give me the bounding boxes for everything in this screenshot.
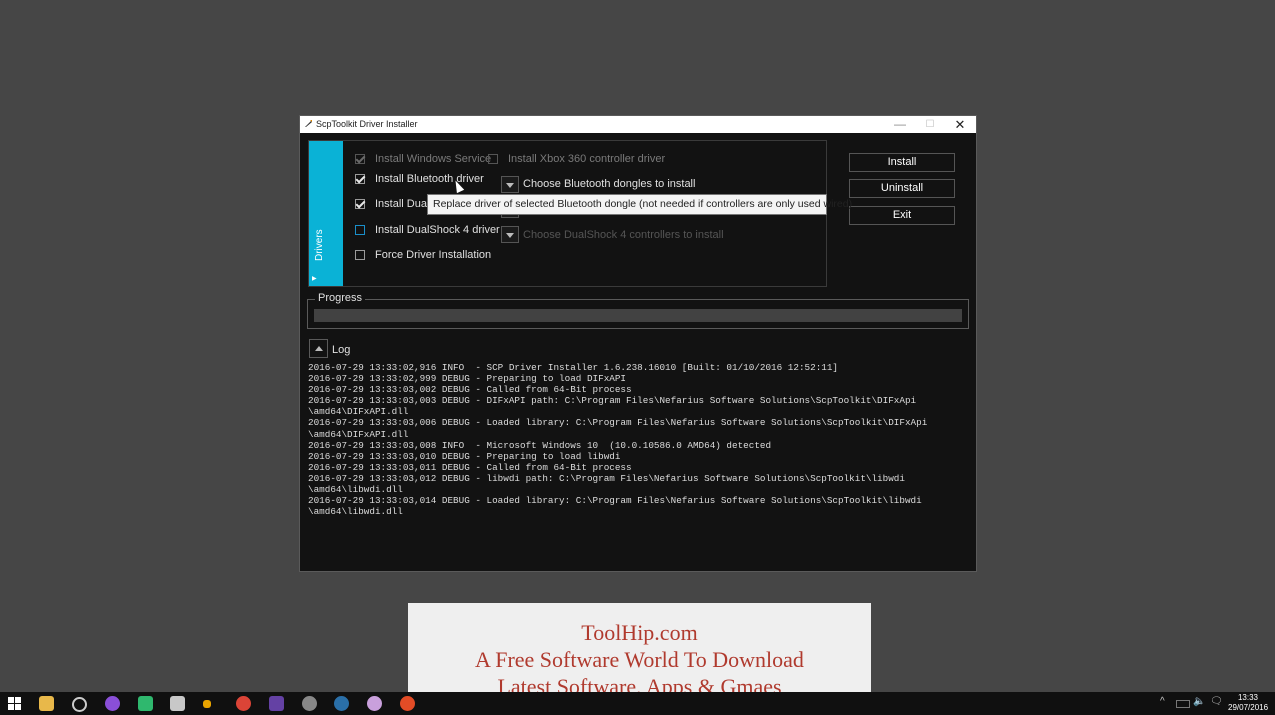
bluetooth-dongles-dropdown-label[interactable]: Choose Bluetooth dongles to install [523,178,695,190]
close-button[interactable]: ✕ [945,116,975,133]
install-bluetooth-label[interactable]: Install Bluetooth driver [375,173,484,185]
watermark-line-1: ToolHip.com [581,620,698,645]
progress-bar [314,309,962,322]
install-button[interactable]: Install [849,153,955,172]
drivers-tab[interactable]: Drivers ▶ [309,141,343,286]
log-collapse-button[interactable] [309,339,328,358]
install-dualshock3-checkbox[interactable] [355,199,365,209]
twitch-icon[interactable] [269,696,284,711]
calculator-icon[interactable] [170,696,185,711]
drivers-tab-label: Drivers [314,229,325,261]
minimize-button[interactable]: — [885,116,915,133]
maximize-button[interactable]: ☐ [915,116,945,133]
network-icon[interactable] [1176,700,1190,708]
red-app-icon[interactable] [400,696,415,711]
force-driver-installation-checkbox[interactable] [355,250,365,260]
dualshock4-dropdown-label[interactable]: Choose DualShock 4 controllers to instal… [523,229,724,241]
green-app-icon[interactable] [138,696,153,711]
title-bar[interactable]: ScpToolkit Driver Installer — ☐ ✕ [300,116,976,133]
chrome-icon[interactable] [236,696,251,711]
settings-icon[interactable] [72,697,87,712]
log-output[interactable]: 2016-07-29 13:33:02,916 INFO - SCP Drive… [308,362,970,562]
install-windows-service-label: Install Windows Service [375,153,492,165]
force-driver-installation-option[interactable]: Force Driver Installation [355,247,491,263]
taskbar-app-icon[interactable] [203,700,211,708]
progress-label: Progress [315,292,366,304]
dualshock4-dropdown-button[interactable] [501,226,519,243]
tray-chevron-icon[interactable]: ^ [1160,696,1165,707]
exit-button[interactable]: Exit [849,206,955,225]
progress-group: Progress [307,292,969,329]
discord-icon[interactable] [367,696,382,711]
force-driver-installation-label[interactable]: Force Driver Installation [375,249,491,261]
install-dualshock4-checkbox[interactable] [355,225,365,235]
drivers-expand-icon: ▶ [312,276,317,282]
bluetooth-dongles-dropdown-button[interactable] [501,176,519,193]
watermark-line-2: A Free Software World To Download [475,647,804,672]
notifications-icon[interactable]: 🗨 [1210,696,1223,707]
windows-start-icon[interactable] [7,696,22,711]
log-label: Log [332,344,351,356]
volume-icon[interactable]: 🔈 [1193,696,1205,707]
purple-app-icon[interactable] [105,696,120,711]
taskbar: ^ 🔈 🗨 13:33 29/07/2016 [0,692,1275,715]
clock-date: 29/07/2016 [1228,703,1269,712]
install-windows-service-option: Install Windows Service [355,151,491,167]
install-dualshock4-label[interactable]: Install DualShock 4 driver [375,224,500,236]
install-windows-service-checkbox [355,154,365,164]
install-bluetooth-option[interactable]: Install Bluetooth driver [355,171,484,187]
steam-tool-icon[interactable] [302,696,317,711]
app-icon [305,120,312,127]
file-explorer-icon[interactable] [39,696,54,711]
bluetooth-tooltip: Replace driver of selected Bluetooth don… [427,194,852,215]
install-xbox360-checkbox [488,154,498,164]
install-xbox360-option: Install Xbox 360 controller driver [488,151,665,167]
steam-icon[interactable] [334,696,349,711]
uninstall-button[interactable]: Uninstall [849,179,955,198]
window-title: ScpToolkit Driver Installer [316,119,418,129]
installer-window: ScpToolkit Driver Installer — ☐ ✕ Driver… [299,115,977,572]
install-dualshock4-option[interactable]: Install DualShock 4 driver [355,222,500,238]
install-xbox360-label: Install Xbox 360 controller driver [508,153,666,165]
install-bluetooth-checkbox[interactable] [355,174,365,184]
install-dualshock3-option[interactable]: Install DualS [355,196,437,212]
clock[interactable]: 13:33 29/07/2016 [1228,693,1268,713]
clock-time: 13:33 [1237,693,1259,702]
